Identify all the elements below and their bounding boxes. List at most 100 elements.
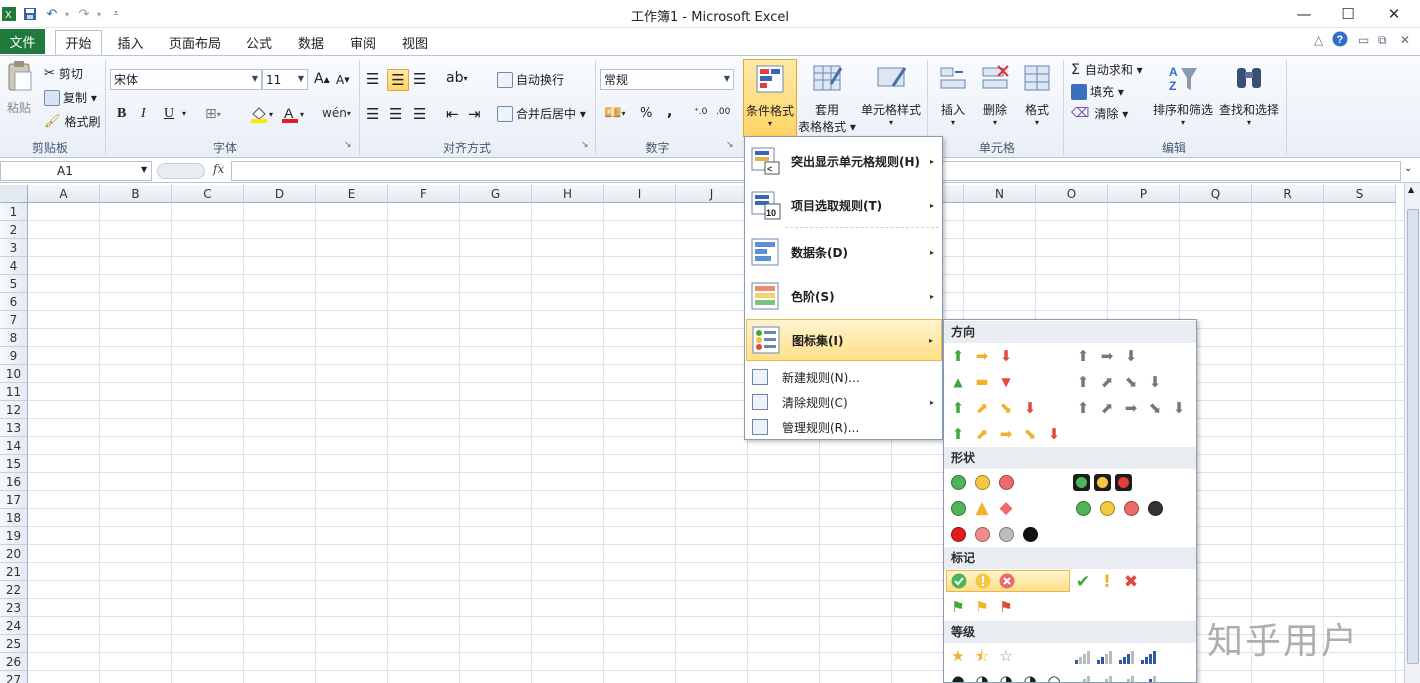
- clear-button[interactable]: ⌫ 清除 ▾: [1071, 105, 1128, 122]
- name-box[interactable]: A1: [0, 161, 152, 181]
- font-size-combo[interactable]: 11 ▼: [262, 69, 308, 90]
- tab-view[interactable]: 视图: [392, 30, 438, 55]
- column-header[interactable]: E: [316, 185, 388, 203]
- percent-button[interactable]: %: [640, 106, 652, 121]
- column-header[interactable]: P: [1108, 185, 1180, 203]
- align-middle-icon[interactable]: ☰: [387, 69, 409, 91]
- iconset-4-arrows-gray[interactable]: ⬆ ⬈ ⬊ ⬇: [1073, 371, 1165, 393]
- maximize-button[interactable]: ☐: [1326, 2, 1370, 26]
- iconset-3-symbols-circled[interactable]: [946, 570, 1070, 592]
- row-header[interactable]: 22: [0, 581, 28, 599]
- menu-item-data-bars[interactable]: 数据条(D) ▸: [746, 230, 942, 274]
- doc-restore-icon[interactable]: ⧉: [1378, 33, 1387, 48]
- decrease-decimal-icon[interactable]: .00: [716, 107, 730, 117]
- column-header[interactable]: F: [388, 185, 460, 203]
- row-header[interactable]: 6: [0, 293, 28, 311]
- underline-button[interactable]: U: [164, 106, 174, 122]
- insert-cells-button[interactable]: 插入 ▾: [934, 59, 972, 127]
- row-header[interactable]: 3: [0, 239, 28, 257]
- delete-cells-button[interactable]: 删除 ▾: [976, 59, 1014, 127]
- bold-button[interactable]: B: [117, 106, 126, 122]
- find-select-button[interactable]: 查找和选择 ▾: [1216, 59, 1282, 127]
- cut-button[interactable]: ✂ 剪切: [44, 65, 83, 82]
- row-header[interactable]: 25: [0, 635, 28, 653]
- orientation-icon[interactable]: ab ▾: [446, 70, 467, 86]
- iconset-3-traffic-lights-rimmed[interactable]: [1073, 471, 1132, 493]
- row-header[interactable]: 26: [0, 653, 28, 671]
- border-icon[interactable]: ⊞ ▾: [205, 106, 221, 122]
- align-top-icon[interactable]: ☰: [366, 70, 379, 88]
- column-header[interactable]: I: [604, 185, 676, 203]
- menu-item-new-rule[interactable]: 新建规则(N)...: [746, 365, 942, 389]
- tab-review[interactable]: 审阅: [340, 30, 386, 55]
- column-header[interactable]: C: [172, 185, 244, 203]
- tab-home[interactable]: 开始: [55, 30, 102, 55]
- iconset-3-traffic-lights[interactable]: [948, 471, 1016, 493]
- font-dialog-launcher-icon[interactable]: ↘: [344, 140, 352, 150]
- row-header[interactable]: 21: [0, 563, 28, 581]
- name-box-dropdown-icon[interactable]: ▼: [141, 165, 147, 174]
- column-header[interactable]: G: [460, 185, 532, 203]
- row-header[interactable]: 16: [0, 473, 28, 491]
- column-header[interactable]: Q: [1180, 185, 1252, 203]
- shrink-font-icon[interactable]: A ▼: [336, 73, 350, 87]
- font-color-icon[interactable]: A ▾: [280, 105, 304, 123]
- row-header[interactable]: 27: [0, 671, 28, 683]
- row-header[interactable]: 12: [0, 401, 28, 419]
- doc-minimize-icon[interactable]: ▭: [1358, 33, 1369, 47]
- tab-page-layout[interactable]: 页面布局: [160, 30, 230, 55]
- column-header[interactable]: B: [100, 185, 172, 203]
- scrollbar-thumb[interactable]: [1407, 209, 1419, 664]
- row-header[interactable]: 20: [0, 545, 28, 563]
- scroll-up-icon[interactable]: ▲: [1408, 185, 1414, 194]
- iconset-3-flags[interactable]: ⚑ ⚑ ⚑: [948, 596, 1016, 618]
- iconset-3-triangles[interactable]: ▲ ▬ ▼: [948, 371, 1016, 393]
- autosum-button[interactable]: Σ 自动求和 ▾: [1071, 61, 1143, 78]
- expand-formula-icon[interactable]: ⌄: [1404, 163, 1412, 174]
- doc-close-icon[interactable]: ✕: [1400, 33, 1410, 47]
- row-header[interactable]: 2: [0, 221, 28, 239]
- row-header[interactable]: 8: [0, 329, 28, 347]
- menu-item-icon-sets[interactable]: 图标集(I) ▸: [746, 319, 942, 361]
- row-header[interactable]: 19: [0, 527, 28, 545]
- iconset-5-arrows-gray[interactable]: ⬆ ⬈ ➡ ⬊ ⬇: [1073, 397, 1189, 419]
- phonetic-icon[interactable]: wén ▾: [322, 106, 351, 120]
- merge-center-button[interactable]: 合并后居中 ▾: [497, 105, 586, 122]
- column-header[interactable]: D: [244, 185, 316, 203]
- row-header[interactable]: 11: [0, 383, 28, 401]
- row-header[interactable]: 13: [0, 419, 28, 437]
- row-header[interactable]: 10: [0, 365, 28, 383]
- vertical-scrollbar[interactable]: ▲: [1404, 183, 1420, 683]
- tab-insert[interactable]: 插入: [107, 30, 154, 55]
- font-name-combo[interactable]: 宋体 ▼: [110, 69, 262, 90]
- select-all-corner[interactable]: [0, 185, 28, 203]
- conditional-formatting-button[interactable]: 条件格式 ▾: [743, 59, 797, 137]
- menu-item-color-scales[interactable]: 色阶(S) ▸: [746, 274, 942, 318]
- sort-filter-button[interactable]: AZ 排序和筛选 ▾: [1151, 59, 1215, 127]
- minimize-button[interactable]: —: [1282, 2, 1326, 26]
- row-header[interactable]: 17: [0, 491, 28, 509]
- menu-item-top-bottom-rules[interactable]: 10 项目选取规则(T) ▸: [746, 183, 942, 227]
- ribbon-minimize-icon[interactable]: △: [1314, 33, 1323, 47]
- column-header[interactable]: A: [28, 185, 100, 203]
- column-header[interactable]: H: [532, 185, 604, 203]
- iconset-3-symbols[interactable]: ✔! ✖: [1073, 571, 1141, 593]
- fill-color-icon[interactable]: ▾: [249, 105, 273, 123]
- alignment-dialog-launcher-icon[interactable]: ↘: [581, 140, 589, 150]
- column-header[interactable]: S: [1324, 185, 1396, 203]
- comma-button[interactable]: ,: [667, 104, 672, 120]
- column-header[interactable]: N: [964, 185, 1036, 203]
- format-as-table-button[interactable]: 套用 表格格式 ▾: [798, 59, 856, 135]
- number-dialog-launcher-icon[interactable]: ↘: [726, 140, 734, 150]
- iconset-4-ratings-bars[interactable]: [1073, 645, 1157, 667]
- copy-button[interactable]: 复制 ▾: [44, 89, 97, 106]
- row-header[interactable]: 15: [0, 455, 28, 473]
- fx-icon[interactable]: fx: [213, 162, 224, 176]
- iconset-3-arrows-colored[interactable]: ⬆ ➡ ⬇: [948, 345, 1016, 367]
- iconset-4-arrows-colored[interactable]: ⬆ ⬈ ⬊ ⬇: [948, 397, 1040, 419]
- iconset-5-arrows-colored[interactable]: ⬆ ⬈ ➡ ⬊ ⬇: [948, 423, 1064, 445]
- iconset-4-traffic-lights[interactable]: [1073, 497, 1165, 519]
- row-header[interactable]: 9: [0, 347, 28, 365]
- row-header[interactable]: 7: [0, 311, 28, 329]
- align-left-icon[interactable]: ☰: [366, 105, 379, 123]
